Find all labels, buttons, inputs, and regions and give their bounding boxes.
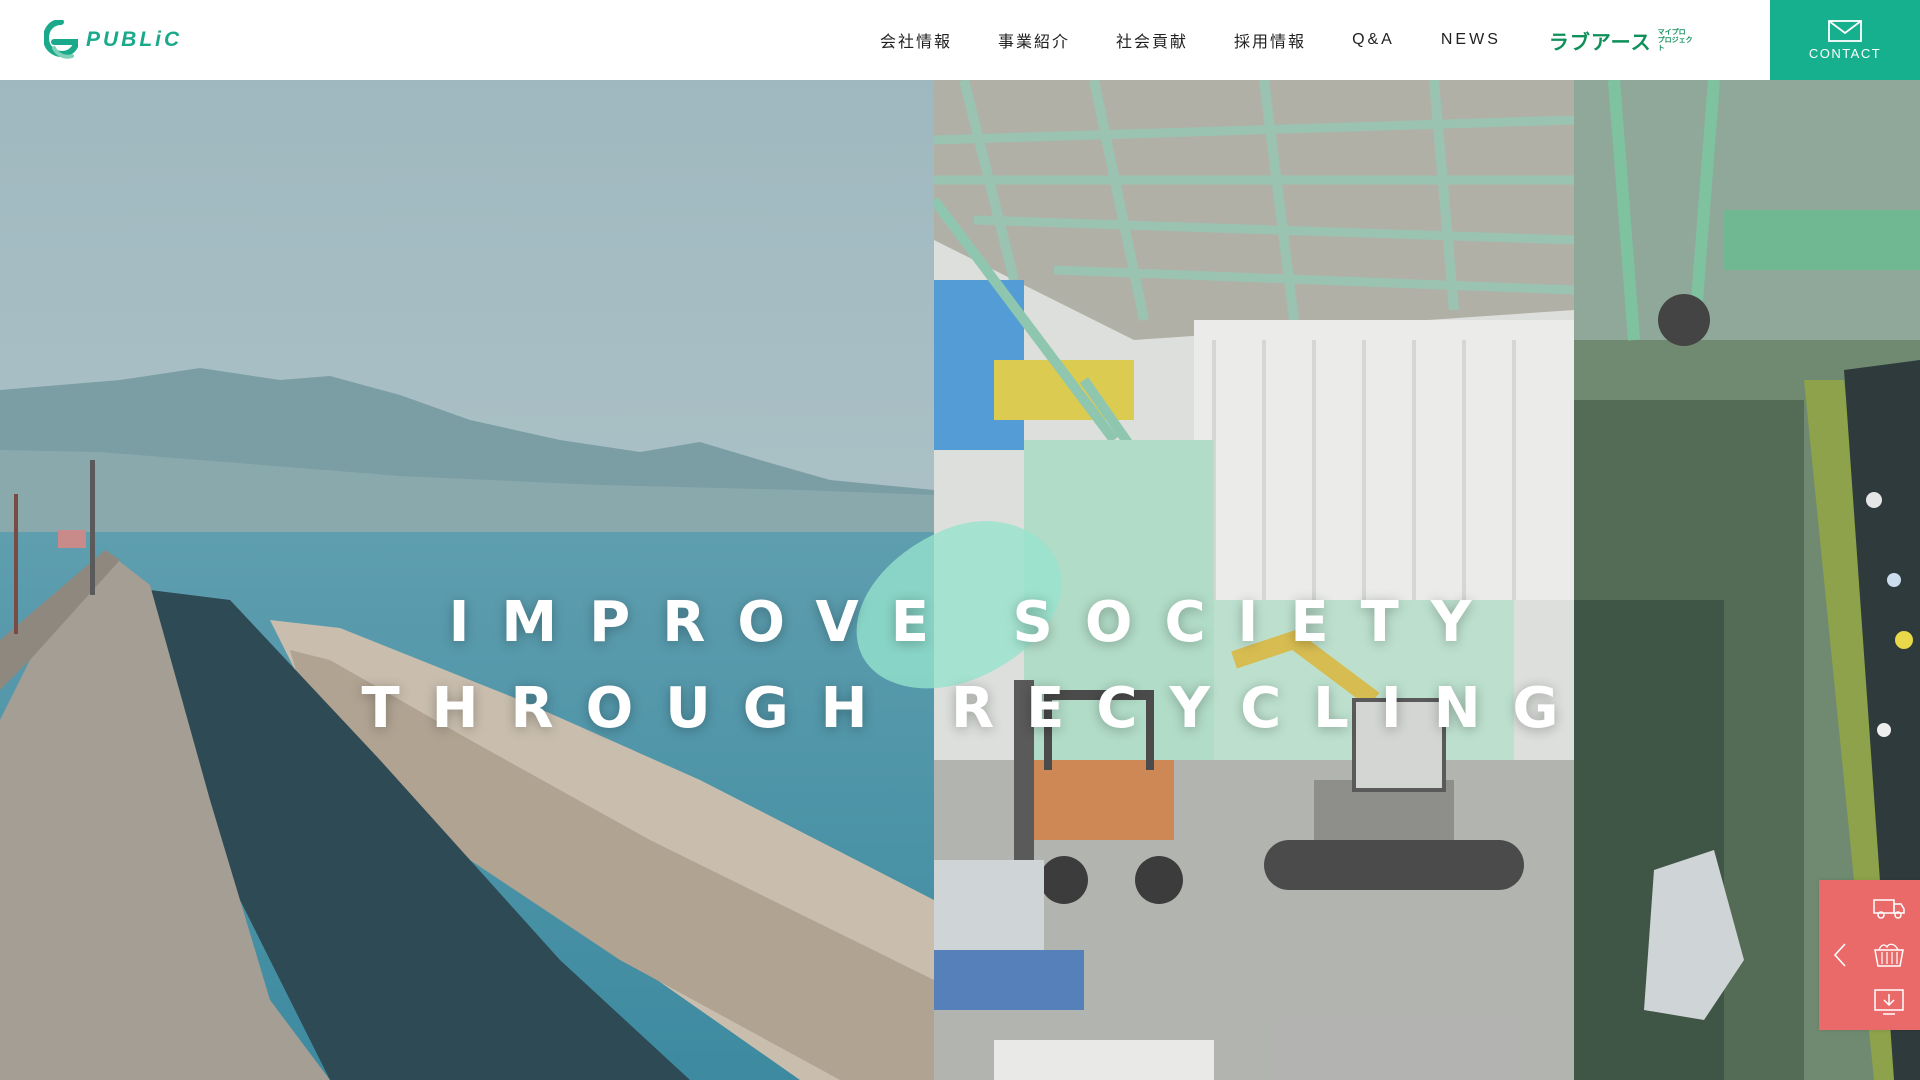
hero-title-line-2: THROUGH RECYCLING [361, 676, 1591, 741]
container-icon[interactable] [1871, 940, 1907, 970]
nav-social-contribution[interactable]: 社会貢献 [1116, 28, 1188, 52]
love-earth-logo-sub: マイプロ プロジェクト [1657, 28, 1693, 52]
logo-text: PUBLiC [86, 28, 183, 51]
main-nav: 会社情報 事業紹介 社会貢献 採用情報 Q&A NEWS ラブアース マイプロ … [880, 0, 1694, 80]
logo-mark-icon [44, 20, 78, 59]
contact-label: CONTACT [1808, 45, 1882, 61]
nav-recruit[interactable]: 採用情報 [1234, 28, 1306, 52]
hero-section: IMPROVE SOCIETY THROUGH RECYCLING [0, 80, 1920, 1080]
site-logo[interactable]: PUBLiC [44, 20, 182, 60]
love-earth-logo-main: ラブアース [1548, 29, 1652, 54]
floating-side-menu [1819, 880, 1920, 1030]
mail-icon [1828, 19, 1862, 42]
nav-qa[interactable]: Q&A [1352, 31, 1395, 49]
love-earth-logo[interactable]: ラブアース マイプロ プロジェクト [1549, 26, 1694, 55]
arrow-left-icon[interactable] [1833, 942, 1847, 968]
nav-business[interactable]: 事業紹介 [998, 28, 1070, 52]
contact-button[interactable]: CONTACT [1770, 0, 1920, 80]
hero-title: IMPROVE SOCIETY THROUGH RECYCLING [0, 580, 1920, 752]
nav-company-info[interactable]: 会社情報 [880, 28, 952, 52]
site-header: PUBLiC 会社情報 事業紹介 社会貢献 採用情報 Q&A NEWS ラブアー… [0, 0, 1920, 80]
hero-title-line-1: IMPROVE SOCIETY [448, 590, 1504, 655]
download-icon[interactable] [1871, 986, 1907, 1016]
truck-icon[interactable] [1871, 892, 1907, 922]
nav-news[interactable]: NEWS [1441, 31, 1501, 49]
